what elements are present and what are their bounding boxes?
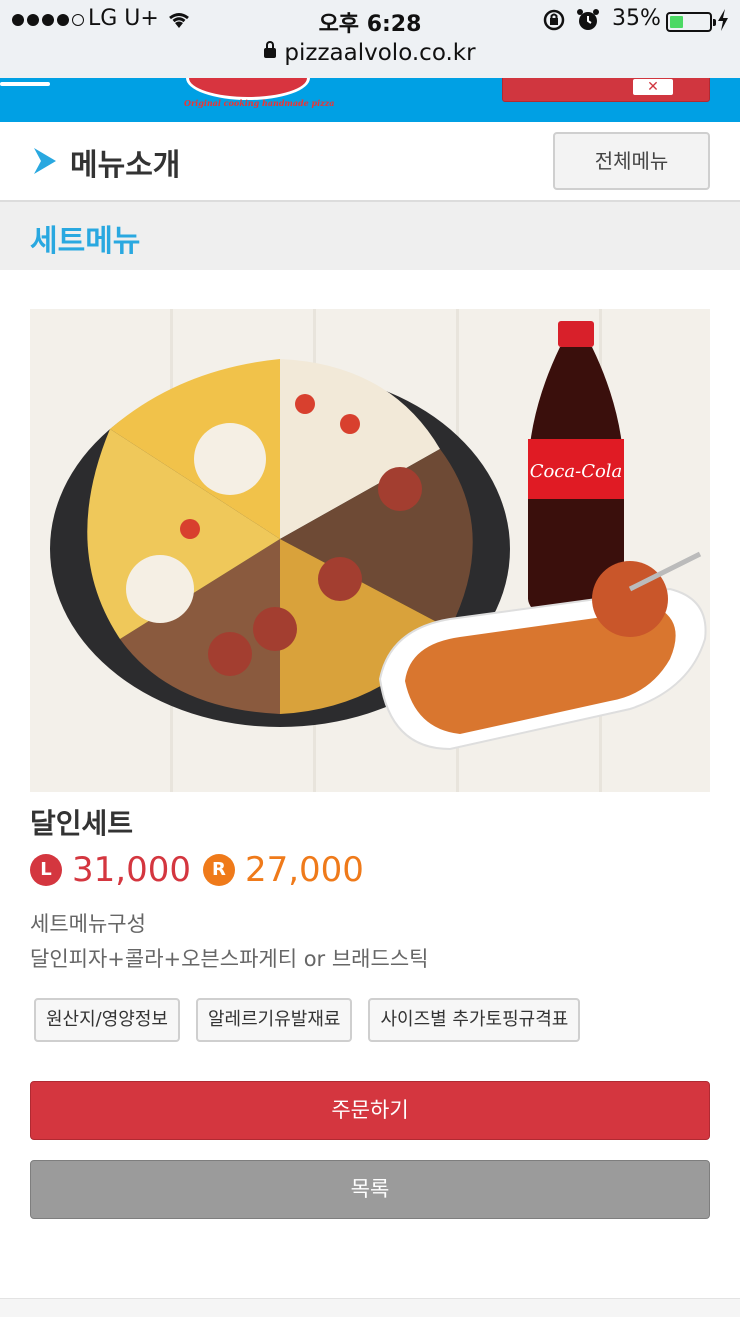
product-photo-illustration: Coca-Cola <box>50 321 707 751</box>
size-badge-regular: R <box>202 854 235 886</box>
padlock-icon <box>264 41 277 58</box>
price-large: 31,000 <box>72 850 191 890</box>
topping-size-chart-button[interactable]: 사이즈별 추가토핑규격표 <box>368 998 581 1042</box>
cola-label: Coca-Cola <box>530 461 623 482</box>
allergen-button[interactable]: 알레르기유발재료 <box>195 998 353 1042</box>
alarm-icon <box>577 9 599 30</box>
logo-tagline: Original cooking handmade pizza <box>184 98 335 108</box>
footer-divider <box>0 1298 740 1317</box>
set-composition-label: 세트메뉴구성 <box>30 912 146 936</box>
close-icon: ✕ <box>633 79 673 95</box>
list-button[interactable]: 목록 <box>30 1160 710 1219</box>
all-menu-button[interactable]: 전체메뉴 <box>553 132 710 190</box>
rotation-lock-icon <box>543 9 565 31</box>
product-name: 달인세트 <box>30 807 134 840</box>
origin-nutrition-button[interactable]: 원산지/영양정보 <box>34 998 180 1042</box>
header-order-button[interactable]: ✕ <box>502 78 710 102</box>
status-bar: LG U+ 오후 6:28 35% pizzaalvolo.co.kr <box>0 0 740 78</box>
price-regular: 27,000 <box>244 850 364 890</box>
address-bar[interactable]: pizzaalvolo.co.kr <box>0 40 740 66</box>
section-header: 메뉴소개 전체메뉴 <box>0 122 740 202</box>
product-image: Coca-Cola <box>30 309 710 792</box>
set-composition-items: 달인피자+콜라+오븐스파게티 or 브래드스틱 <box>30 947 429 971</box>
alvolo-logo[interactable] <box>186 78 310 100</box>
info-button-group: 원산지/영양정보 알레르기유발재료 사이즈별 추가토핑규격표 <box>34 998 581 1042</box>
price-row: L 31,000 R 27,000 <box>30 850 376 890</box>
url-text: pizzaalvolo.co.kr <box>284 40 476 66</box>
battery-icon <box>666 12 716 32</box>
order-button[interactable]: 주문하기 <box>30 1081 710 1140</box>
category-title: 세트메뉴 <box>30 224 141 259</box>
size-badge-large: L <box>30 854 62 886</box>
chevron-right-icon <box>34 148 56 174</box>
hamburger-menu-icon[interactable] <box>0 82 50 86</box>
page-title: 메뉴소개 <box>70 148 181 183</box>
charging-bolt-icon <box>718 9 728 31</box>
site-header: Original cooking handmade pizza ✕ <box>0 78 740 122</box>
battery-percent: 35% <box>612 6 661 31</box>
category-bar: 세트메뉴 <box>0 202 740 270</box>
battery-fill <box>670 16 683 28</box>
